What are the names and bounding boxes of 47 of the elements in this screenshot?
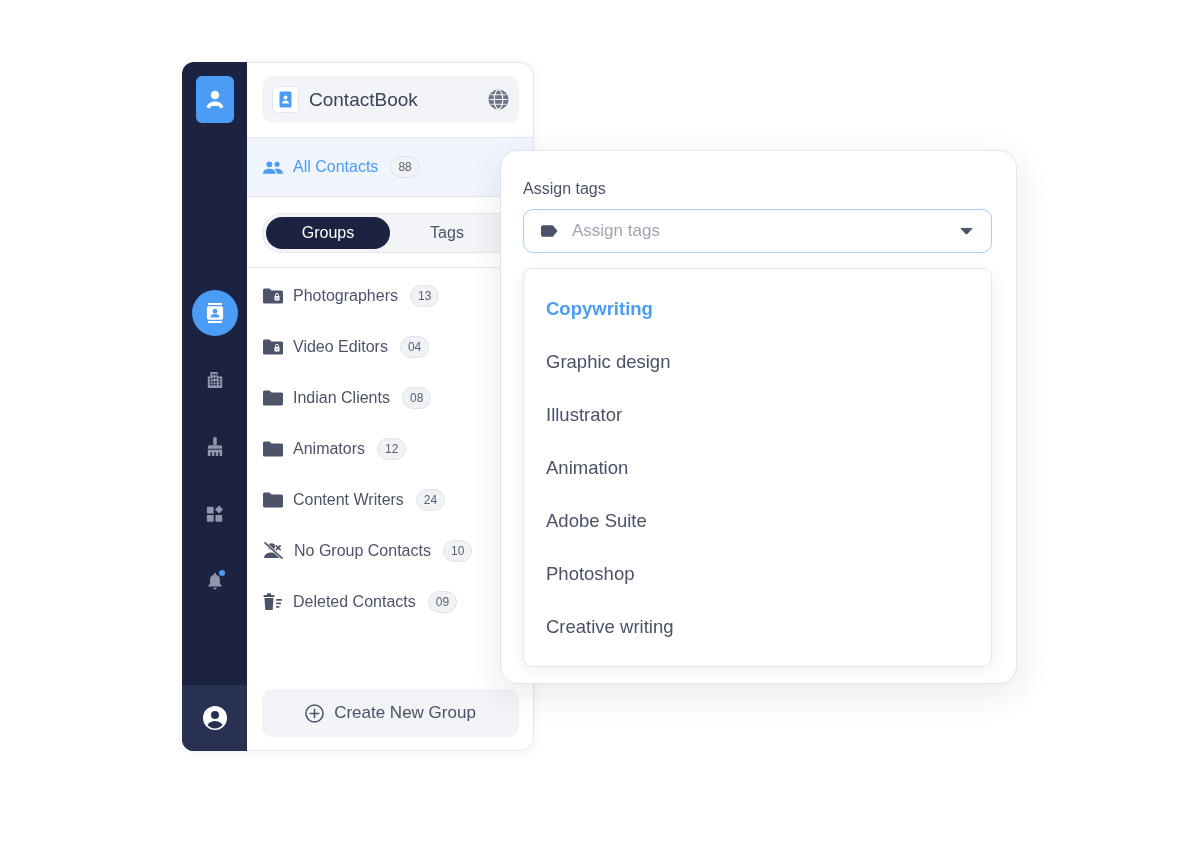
user-avatar-icon[interactable] xyxy=(202,706,227,730)
tag-input[interactable]: Assign tags xyxy=(572,221,946,241)
app-logo-icon[interactable] xyxy=(195,76,234,123)
group-item[interactable]: Video Editors 04 xyxy=(247,321,438,372)
tag-icon xyxy=(541,225,558,237)
trash-icon xyxy=(263,592,283,611)
bell-icon xyxy=(206,572,223,590)
globe-icon[interactable] xyxy=(488,89,509,110)
person-slash-icon xyxy=(263,542,284,559)
dropdown-option[interactable]: Illustrator xyxy=(524,388,991,441)
count-badge: 04 xyxy=(399,335,430,358)
group-item[interactable]: Content Writers 24 xyxy=(247,474,454,525)
locked-folder-icon xyxy=(263,287,283,304)
count-badge: 09 xyxy=(427,590,458,613)
nav-button[interactable] xyxy=(191,290,238,336)
people-icon xyxy=(263,160,283,174)
dropdown-option[interactable]: Photoshop xyxy=(524,547,991,600)
locked-folder-icon xyxy=(263,338,283,355)
group-item[interactable]: Deleted Contacts 09 xyxy=(247,576,466,627)
contact-card-icon xyxy=(205,303,224,323)
folder-icon xyxy=(263,440,283,457)
widgets-icon xyxy=(205,505,224,523)
plus-circle-icon xyxy=(305,703,325,723)
brush-icon xyxy=(205,437,224,457)
tab[interactable]: Groups xyxy=(266,217,390,249)
dropdown-option[interactable]: Animation xyxy=(524,441,991,494)
dropdown-option[interactable]: Graphic design xyxy=(524,335,991,388)
tag-select[interactable]: Assign tags xyxy=(523,209,992,253)
tab[interactable]: Tags xyxy=(390,217,496,249)
app-title: ContactBook xyxy=(309,88,419,111)
count-badge: 10 xyxy=(442,539,473,562)
count-badge: 13 xyxy=(409,284,440,307)
group-item[interactable]: Photographers 13 xyxy=(247,270,448,321)
count-badge: 88 xyxy=(390,156,420,178)
dropdown-option[interactable]: Adobe Suite xyxy=(524,494,991,547)
count-badge: 08 xyxy=(401,386,432,409)
count-badge: 24 xyxy=(415,488,446,511)
group-item[interactable]: Indian Clients 08 xyxy=(247,372,440,423)
create-group-button[interactable]: Create New Group xyxy=(262,689,519,737)
folder-icon xyxy=(263,491,283,508)
folder-icon xyxy=(263,389,283,406)
dropdown-option[interactable]: Creative writing xyxy=(524,600,991,653)
building-icon xyxy=(205,371,224,389)
contact-book-logo-icon xyxy=(272,86,299,113)
group-item[interactable]: No Group Contacts 10 xyxy=(247,525,481,576)
count-badge: 12 xyxy=(377,437,407,460)
group-item[interactable]: Animators 12 xyxy=(247,423,415,474)
